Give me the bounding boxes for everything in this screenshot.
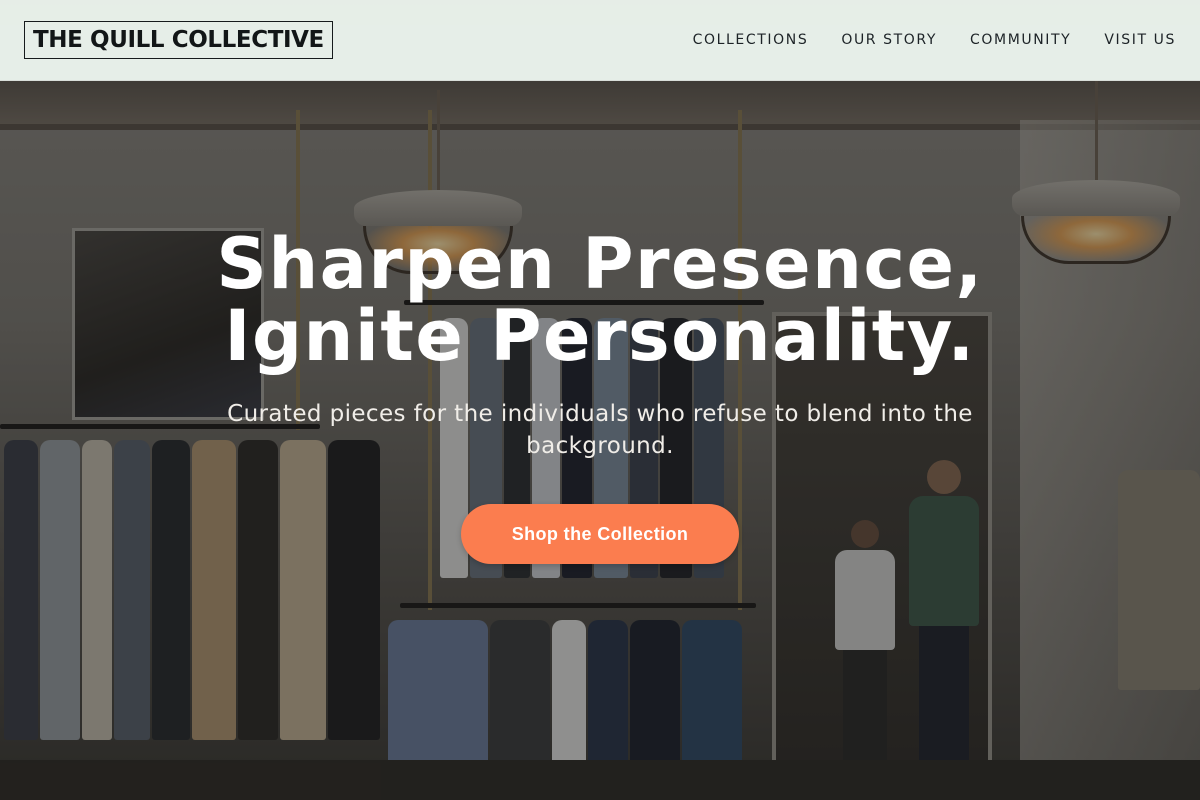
- nav-links: COLLECTIONS OUR STORY COMMUNITY VISIT US: [693, 32, 1176, 48]
- hero-headline-line-2: Ignite Personality.: [224, 295, 976, 377]
- hero-headline-line-1: Sharpen Presence,: [216, 223, 984, 305]
- nav-link-visit-us[interactable]: VISIT US: [1104, 32, 1176, 48]
- hero-headline: Sharpen Presence, Ignite Personality.: [0, 228, 1200, 372]
- brand-logo[interactable]: THE QUILL COLLECTIVE: [24, 21, 333, 59]
- nav-link-collections[interactable]: COLLECTIONS: [693, 32, 809, 48]
- hero-content: Sharpen Presence, Ignite Personality. Cu…: [0, 228, 1200, 564]
- top-navbar: THE QUILL COLLECTIVE COLLECTIONS OUR STO…: [0, 0, 1200, 81]
- nav-link-our-story[interactable]: OUR STORY: [841, 32, 937, 48]
- nav-link-community[interactable]: COMMUNITY: [970, 32, 1071, 48]
- hero-subtitle: Curated pieces for the individuals who r…: [227, 401, 973, 459]
- shop-collection-button[interactable]: Shop the Collection: [461, 504, 739, 564]
